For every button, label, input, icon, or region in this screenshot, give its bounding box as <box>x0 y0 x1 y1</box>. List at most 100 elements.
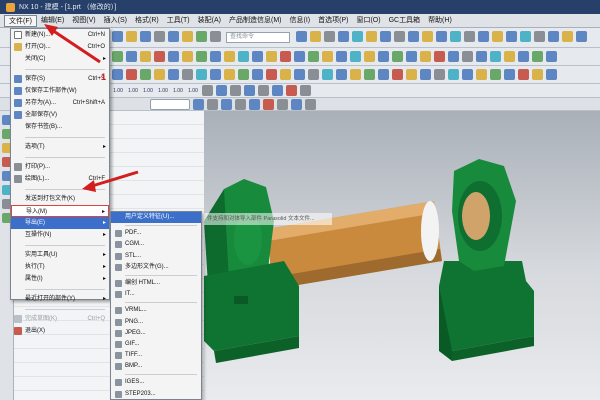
menu-item-import[interactable]: 导入(M) ▸ <box>11 205 109 217</box>
toolbar-icon[interactable] <box>546 69 557 80</box>
menu-item-save-work-part[interactable]: 仅保存工作部件(W) <box>11 85 109 97</box>
toolbar-icon[interactable] <box>280 51 291 62</box>
toolbar-icon[interactable] <box>154 31 165 42</box>
import-item-bmp[interactable]: BMP... <box>111 361 201 372</box>
menu-item-utilities[interactable]: 实用工具(U) ▸ <box>11 249 109 261</box>
precision-button[interactable]: 1.00 <box>112 88 124 94</box>
menu-item-save[interactable]: 保存(S) Ctrl+S <box>11 73 109 85</box>
import-item-html[interactable]: 编创 HTML... <box>111 278 201 289</box>
import-item-pdf[interactable]: PDF... <box>111 228 201 239</box>
toolbar-icon[interactable] <box>216 85 227 96</box>
menu-insert[interactable]: 插入(S) <box>100 15 131 27</box>
toolbar-icon[interactable] <box>366 31 377 42</box>
toolbar-icon[interactable] <box>394 31 405 42</box>
toolbar-icon[interactable] <box>464 31 475 42</box>
toolbar-icon[interactable] <box>112 31 123 42</box>
toolbar-icon[interactable] <box>408 31 419 42</box>
toolbar-icon[interactable] <box>238 51 249 62</box>
menu-file[interactable]: 文件(F) <box>4 14 37 27</box>
toolbar-icon[interactable] <box>378 69 389 80</box>
toolbar-icon[interactable] <box>112 69 123 80</box>
toolbar-icon[interactable] <box>436 31 447 42</box>
toolbar-icon[interactable] <box>150 99 190 110</box>
toolbar-icon[interactable] <box>266 51 277 62</box>
toolbar-icon[interactable] <box>520 31 531 42</box>
menu-tools[interactable]: 工具(T) <box>163 15 194 27</box>
toolbar-icon[interactable] <box>338 31 349 42</box>
toolbar-icon[interactable] <box>252 51 263 62</box>
import-item-cgm[interactable]: CGM... <box>111 239 201 250</box>
toolbar-icon[interactable] <box>422 31 433 42</box>
toolbar-icon[interactable] <box>193 99 204 110</box>
toolbar-icon[interactable] <box>266 69 277 80</box>
toolbar-icon[interactable] <box>518 51 529 62</box>
toolbar-icon[interactable] <box>280 69 291 80</box>
menu-preferences[interactable]: 首选项(P) <box>314 15 352 27</box>
toolbar-icon[interactable] <box>294 51 305 62</box>
menu-item-save-as[interactable]: 另存为(A)... Ctrl+Shift+A <box>11 97 109 109</box>
toolbar-icon[interactable] <box>350 69 361 80</box>
toolbar-icon[interactable] <box>168 51 179 62</box>
menu-item-interoperation[interactable]: 互操作(N) ▸ <box>11 229 109 241</box>
toolbar-icon[interactable] <box>294 69 305 80</box>
toolbar-icon[interactable] <box>434 51 445 62</box>
toolbar-icon[interactable] <box>350 51 361 62</box>
menu-info[interactable]: 信息(I) <box>286 15 315 27</box>
toolbar-icon[interactable] <box>112 51 123 62</box>
precision-button[interactable]: 1.00 <box>187 88 199 94</box>
import-item-gif[interactable]: GIF... <box>111 339 201 350</box>
toolbar-icon[interactable] <box>364 69 375 80</box>
toolbar-icon[interactable] <box>210 31 221 42</box>
toolbar-icon[interactable] <box>504 51 515 62</box>
toolbar-icon[interactable] <box>450 31 461 42</box>
import-item-udf[interactable]: 用户定义特征(U)... <box>111 212 201 224</box>
toolbar-icon[interactable] <box>490 51 501 62</box>
toolbar-icon[interactable] <box>406 69 417 80</box>
toolbar-icon[interactable] <box>263 99 274 110</box>
toolbar-icon[interactable] <box>308 51 319 62</box>
toolbar-icon[interactable] <box>196 51 207 62</box>
import-item-stl[interactable]: STL... <box>111 251 201 262</box>
toolbar-icon[interactable] <box>420 69 431 80</box>
menu-help[interactable]: 帮助(H) <box>424 15 456 27</box>
menu-gc-toolkit[interactable]: GC工具箱 <box>385 15 425 27</box>
toolbar-icon[interactable] <box>380 31 391 42</box>
toolbar-icon[interactable] <box>252 69 263 80</box>
toolbar-icon[interactable] <box>140 51 151 62</box>
menu-item-close[interactable]: 关闭(C) ▸ <box>11 53 109 65</box>
toolbar-icon[interactable] <box>476 69 487 80</box>
toolbar-icon[interactable] <box>336 51 347 62</box>
toolbar-icon[interactable] <box>277 99 288 110</box>
menu-item-save-all[interactable]: 全部保存(V) <box>11 109 109 121</box>
toolbar-icon[interactable] <box>126 31 137 42</box>
menu-item-options[interactable]: 选项(T) ▸ <box>11 141 109 153</box>
menu-window[interactable]: 窗口(O) <box>352 15 384 27</box>
toolbar-icon[interactable] <box>210 51 221 62</box>
toolbar-icon[interactable] <box>420 51 431 62</box>
menu-item-print[interactable]: 打印(P)... <box>11 161 109 173</box>
toolbar-icon[interactable] <box>308 69 319 80</box>
menu-pmi[interactable]: 产品制造信息(M) <box>225 15 286 27</box>
precision-button[interactable]: 1.00 <box>172 88 184 94</box>
menu-item-exit[interactable]: 退出(X) <box>11 325 109 337</box>
toolbar-icon[interactable] <box>207 99 218 110</box>
toolbar-icon[interactable] <box>300 85 311 96</box>
toolbar-icon[interactable] <box>364 51 375 62</box>
toolbar-icon[interactable] <box>476 51 487 62</box>
toolbar-icon[interactable] <box>310 31 321 42</box>
toolbar-icon[interactable] <box>291 99 302 110</box>
toolbar-icon[interactable] <box>518 69 529 80</box>
import-item-png[interactable]: PNG... <box>111 317 201 328</box>
toolbar-icon[interactable] <box>492 31 503 42</box>
toolbar-icon[interactable] <box>258 85 269 96</box>
toolbar-icon[interactable] <box>168 69 179 80</box>
toolbar-icon[interactable] <box>244 85 255 96</box>
toolbar-icon[interactable] <box>506 31 517 42</box>
import-item-jpeg[interactable]: JPEG... <box>111 328 201 339</box>
toolbar-icon[interactable] <box>532 69 543 80</box>
menu-item-new[interactable]: 新建(N)... Ctrl+N <box>11 29 109 41</box>
toolbar-icon[interactable] <box>296 31 307 42</box>
toolbar-icon[interactable] <box>378 51 389 62</box>
toolbar-icon[interactable] <box>224 51 235 62</box>
menu-item-export[interactable]: 导出(E) ▸ <box>11 217 109 229</box>
